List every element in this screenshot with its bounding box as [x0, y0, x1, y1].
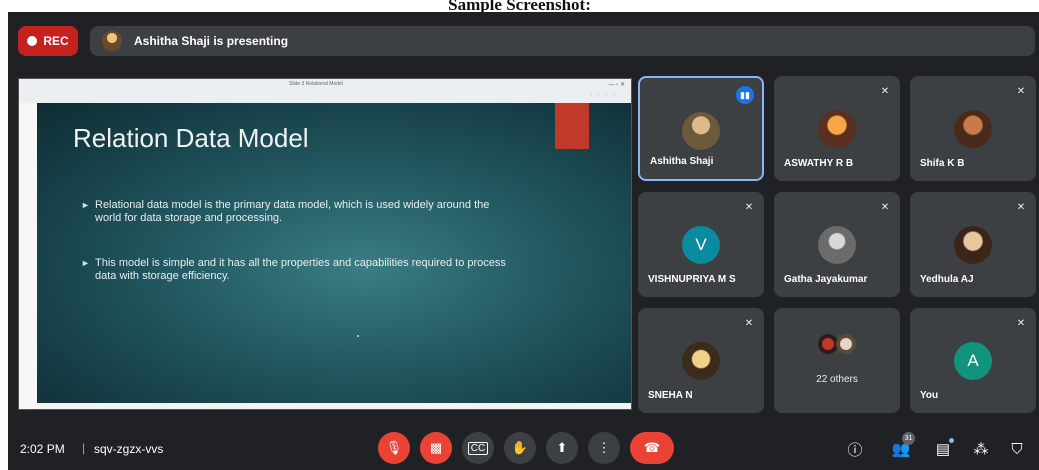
- bullet-arrow-icon: ►: [81, 258, 90, 268]
- host-controls-icon: ⛉: [1011, 440, 1023, 458]
- slide-bullet: ► Relational data model is the primary d…: [81, 199, 515, 225]
- participant-tile[interactable]: ✕ Shifa K B: [910, 76, 1036, 181]
- activities-button[interactable]: ⁂: [970, 438, 992, 460]
- avatar: [818, 334, 838, 354]
- bottom-toolbar: 2:02 PM | sqv-zgzx-vvs 🎙 ▩ CC ✋ ⬆ ⋮ ☎ ⓘ …: [8, 432, 1039, 470]
- host-controls-button[interactable]: ⛉: [1006, 438, 1028, 460]
- people-button[interactable]: 👥 31: [890, 432, 915, 460]
- browser-tab-title: Slide 3 Relational Model: [289, 81, 343, 87]
- browser-side-strip: [19, 103, 37, 409]
- activities-icon: ⁂: [973, 441, 989, 458]
- participant-count-badge: 31: [902, 432, 915, 445]
- raise-hand-button[interactable]: ✋: [504, 432, 536, 464]
- participant-name: Shifa K B: [920, 158, 965, 169]
- avatar: [818, 110, 856, 148]
- chat-notification-dot: [949, 438, 954, 443]
- present-icon: ⬆: [556, 440, 568, 455]
- bullet-arrow-icon: ►: [81, 200, 90, 210]
- participant-tile[interactable]: ✕ V VISHNUPRIYA M S: [638, 192, 764, 297]
- others-tile[interactable]: 22 others: [774, 308, 900, 413]
- presenting-text: Ashitha Shaji is presenting: [134, 34, 289, 48]
- participant-name: ASWATHY R B: [784, 158, 854, 169]
- cursor-dot: [357, 335, 359, 337]
- camera-toggle-button[interactable]: ▩: [420, 432, 452, 464]
- record-icon: [27, 36, 38, 46]
- slide-accent-block: [555, 103, 589, 149]
- mic-off-icon: ✕: [1016, 201, 1026, 213]
- avatar: [836, 334, 856, 354]
- chat-button[interactable]: ▤: [932, 438, 954, 460]
- browser-nav-icons: ◦◦◦◦: [589, 92, 621, 98]
- hang-up-icon: ☎: [643, 440, 661, 455]
- avatar: [954, 110, 992, 148]
- raise-hand-icon: ✋: [511, 440, 529, 455]
- participant-tile[interactable]: ✕ ASWATHY R B: [774, 76, 900, 181]
- recording-button[interactable]: REC: [18, 26, 78, 56]
- slide-bullet: ► This model is simple and it has all th…: [81, 257, 515, 283]
- more-options-button[interactable]: ⋮: [588, 432, 620, 464]
- meet-window: REC Ashitha Shaji is presenting Slide 3 …: [8, 12, 1039, 470]
- participant-name: Ashitha Shaji: [650, 156, 714, 167]
- avatar: [682, 112, 720, 150]
- window-controls-icon: — ▫ ✕: [608, 82, 626, 88]
- avatar: [818, 226, 856, 264]
- browser-toolbar: Slide 3 Relational Model — ▫ ✕ ◦◦◦◦: [19, 79, 631, 104]
- chat-icon: ▤: [935, 441, 951, 458]
- participant-name: Yedhula AJ: [920, 274, 974, 285]
- more-vert-icon: ⋮: [597, 440, 611, 455]
- participant-tile[interactable]: ✕ Gatha Jayakumar: [774, 192, 900, 297]
- avatar: V: [682, 226, 720, 264]
- meeting-code: sqv-zgzx-vvs: [94, 442, 164, 456]
- recording-label: REC: [43, 34, 69, 48]
- avatar: [954, 226, 992, 264]
- meeting-details-button[interactable]: ⓘ: [844, 438, 866, 460]
- participant-name: VISHNUPRIYA M S: [648, 274, 736, 285]
- avatar: A: [954, 342, 992, 380]
- leave-call-button[interactable]: ☎: [630, 432, 674, 464]
- captions-button[interactable]: CC: [462, 432, 494, 464]
- present-button[interactable]: ⬆: [546, 432, 578, 464]
- participant-name: Gatha Jayakumar: [784, 274, 868, 285]
- shared-screen: Slide 3 Relational Model — ▫ ✕ ◦◦◦◦ Rela…: [18, 78, 632, 410]
- mic-toggle-button[interactable]: 🎙: [378, 432, 410, 464]
- participant-tile[interactable]: ✕ Yedhula AJ: [910, 192, 1036, 297]
- mic-off-icon: ✕: [744, 201, 754, 213]
- participant-tile[interactable]: ✕ SNEHA N: [638, 308, 764, 413]
- avatar: [682, 342, 720, 380]
- presentation-slide: Relation Data Model ► Relational data mo…: [37, 103, 631, 403]
- slide-title: Relation Data Model: [73, 123, 309, 153]
- separator: |: [82, 441, 86, 455]
- mic-off-icon: ✕: [880, 201, 890, 213]
- others-count: 22 others: [816, 374, 858, 385]
- speaking-indicator-icon: ▮▮: [736, 86, 754, 104]
- mic-off-icon: 🎙: [385, 440, 403, 455]
- captions-icon: CC: [467, 441, 489, 455]
- slide-bullet-text: This model is simple and it has all the …: [95, 257, 506, 282]
- participant-tile[interactable]: ▮▮ Ashitha Shaji: [638, 76, 764, 181]
- mic-off-icon: ✕: [744, 317, 754, 329]
- participant-name: You: [920, 390, 939, 401]
- presenting-banner[interactable]: Ashitha Shaji is presenting: [90, 26, 1035, 56]
- mic-off-icon: ✕: [880, 85, 890, 97]
- slide-bullet-text: Relational data model is the primary dat…: [95, 199, 490, 224]
- participant-name: SNEHA N: [648, 390, 693, 401]
- mic-off-icon: ✕: [1016, 85, 1026, 97]
- camera-off-icon: ▩: [429, 440, 443, 455]
- self-tile[interactable]: ✕ A You: [910, 308, 1036, 413]
- mic-off-icon: ✕: [1016, 317, 1026, 329]
- meeting-time: 2:02 PM: [20, 442, 65, 456]
- info-icon: ⓘ: [847, 441, 863, 459]
- presenter-avatar: [102, 31, 122, 51]
